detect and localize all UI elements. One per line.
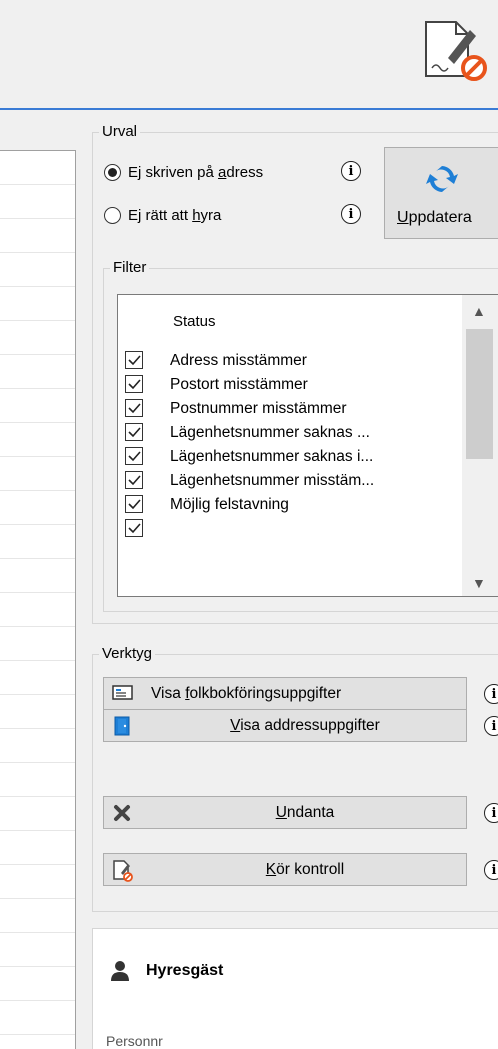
filter-item-label: Postnummer misstämmer — [170, 400, 347, 417]
toolbar — [0, 0, 498, 110]
list-row[interactable] — [0, 627, 75, 661]
info-icon[interactable]: i — [484, 803, 498, 823]
status-column-header: Status — [173, 313, 216, 330]
list-row[interactable] — [0, 219, 75, 253]
close-icon — [114, 805, 130, 821]
info-icon[interactable]: i — [341, 204, 361, 224]
list-row[interactable] — [0, 1001, 75, 1035]
list-row[interactable] — [0, 967, 75, 1001]
checkbox[interactable] — [125, 495, 143, 513]
document-check-icon — [113, 860, 133, 882]
list-row[interactable] — [0, 831, 75, 865]
checkbox[interactable] — [125, 447, 143, 465]
filter-item[interactable]: Möjlig felstavning — [118, 493, 458, 517]
update-button[interactable]: Uppdatera — [384, 147, 498, 239]
checkbox[interactable] — [125, 519, 143, 537]
list-row[interactable] — [0, 593, 75, 627]
filter-status-list[interactable]: Status Adress misstämmer Postort misstäm… — [117, 294, 498, 597]
filter-item[interactable]: Lägenhetsnummer saknas ... — [118, 421, 458, 445]
checkbox[interactable] — [125, 423, 143, 441]
exempt-button[interactable]: Undanta — [103, 796, 467, 829]
sync-icon — [426, 166, 458, 192]
filter-item-label: Lägenhetsnummer misstäm... — [170, 472, 375, 489]
scroll-down-icon[interactable]: ▼ — [472, 575, 486, 591]
button-label: Undanta — [275, 804, 335, 821]
info-icon[interactable]: i — [341, 161, 361, 181]
info-icon[interactable]: i — [484, 684, 498, 704]
urval-title: Urval — [99, 123, 141, 140]
scroll-up-icon[interactable]: ▲ — [472, 303, 486, 319]
info-icon[interactable]: i — [484, 860, 498, 880]
checkbox[interactable] — [125, 351, 143, 369]
document-blocked-icon[interactable] — [418, 18, 488, 84]
person-icon — [111, 961, 129, 981]
list-row[interactable] — [0, 287, 75, 321]
results-list[interactable] — [0, 150, 76, 1049]
list-row[interactable] — [0, 491, 75, 525]
radio-not-registered[interactable]: Ej skriven på adress — [104, 160, 263, 184]
list-row[interactable] — [0, 151, 75, 185]
checkbox[interactable] — [125, 471, 143, 489]
list-row[interactable] — [0, 797, 75, 831]
list-row[interactable] — [0, 763, 75, 797]
tenant-title: Hyresgäst — [146, 962, 224, 979]
run-check-button[interactable]: Kör kontroll — [103, 853, 467, 886]
list-row[interactable] — [0, 695, 75, 729]
filter-item-partial[interactable] — [118, 517, 458, 541]
list-row[interactable] — [0, 661, 75, 695]
filter-item-label: Lägenhetsnummer saknas ... — [170, 424, 370, 441]
filter-item-label: Postort misstämmer — [170, 376, 308, 393]
checkbox[interactable] — [125, 375, 143, 393]
radio-label: Ej rätt att hyra — [128, 206, 222, 224]
info-icon[interactable]: i — [484, 716, 498, 736]
filter-item[interactable]: Adress misstämmer — [118, 349, 458, 373]
list-row[interactable] — [0, 355, 75, 389]
personnr-label: Personnr — [106, 1033, 163, 1049]
door-icon — [114, 716, 130, 736]
id-card-icon — [112, 685, 133, 700]
list-row[interactable] — [0, 899, 75, 933]
list-row[interactable] — [0, 185, 75, 219]
list-row[interactable] — [0, 423, 75, 457]
verktyg-title: Verktyg — [99, 645, 156, 662]
radio-label: Ej skriven på adress — [128, 163, 264, 181]
filter-item[interactable]: Postnummer misstämmer — [118, 397, 458, 421]
radio-button[interactable] — [104, 206, 121, 224]
list-row[interactable] — [0, 559, 75, 593]
list-row[interactable] — [0, 457, 75, 491]
filter-item[interactable]: Lägenhetsnummer saknas i... — [118, 445, 458, 469]
list-row[interactable] — [0, 933, 75, 967]
list-row[interactable] — [0, 865, 75, 899]
list-row[interactable] — [0, 253, 75, 287]
filter-item-label: Möjlig felstavning — [170, 496, 289, 513]
filter-item-label: Adress misstämmer — [170, 352, 307, 369]
list-row[interactable] — [0, 389, 75, 423]
toolbar-divider — [0, 108, 498, 110]
filter-item[interactable]: Postort misstämmer — [118, 373, 458, 397]
list-row[interactable] — [0, 729, 75, 763]
scroll-thumb[interactable] — [466, 329, 493, 459]
show-address-button[interactable]: Visa addressuppgifter — [103, 709, 467, 742]
button-label: Visa folkbokföringsuppgifter — [151, 685, 342, 702]
button-label: Visa addressuppgifter — [230, 717, 380, 734]
radio-button-selected[interactable] — [104, 163, 121, 181]
button-label: Kör kontroll — [265, 861, 345, 878]
filter-item[interactable]: Lägenhetsnummer misstäm... — [118, 469, 458, 493]
update-label: Uppdatera — [397, 209, 472, 226]
checkbox[interactable] — [125, 399, 143, 417]
tenant-panel: Hyresgäst Personnr — [92, 928, 498, 1049]
list-row[interactable] — [0, 525, 75, 559]
show-population-register-button[interactable]: Visa folkbokföringsuppgifter — [103, 677, 467, 710]
filter-scrollbar[interactable]: ▲ ▼ — [462, 295, 498, 596]
filter-title: Filter — [110, 259, 150, 276]
list-row[interactable] — [0, 321, 75, 355]
radio-no-right-to-rent[interactable]: Ej rätt att hyra — [104, 203, 221, 227]
filter-item-label: Lägenhetsnummer saknas i... — [170, 448, 374, 465]
